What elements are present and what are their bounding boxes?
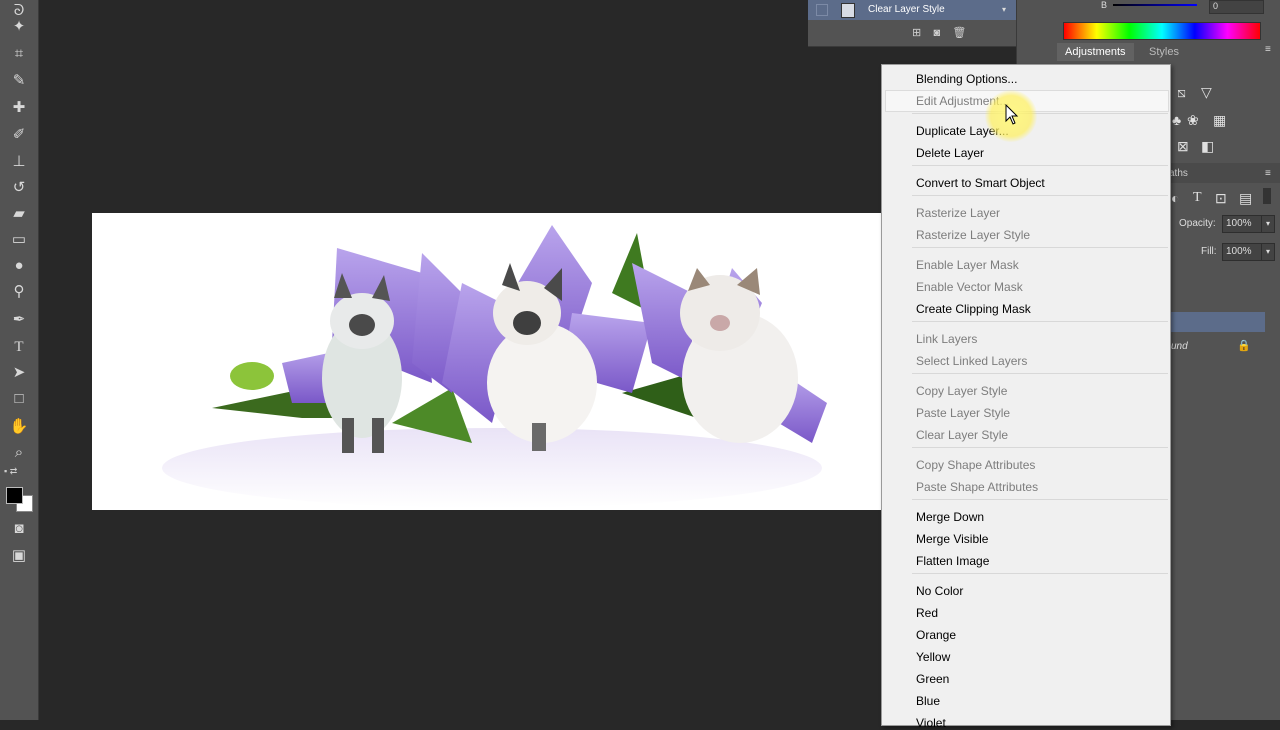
scroll-down-icon[interactable]: ▾ [1002,5,1006,14]
magic-wand-icon[interactable]: ✦ [8,16,30,38]
trash-icon[interactable]: 🗑 [952,27,966,39]
menu-link-layers[interactable]: Link Layers [916,332,977,346]
channel-mixer-icon[interactable]: ❀ [1187,112,1199,128]
history-brush-icon[interactable]: ↺ [8,177,30,199]
menu-separator [912,165,1168,166]
menu-enable-layer-mask[interactable]: Enable Layer Mask [916,258,1019,272]
menu-color-orange[interactable]: Orange [916,628,956,642]
filter-adjustment-icon[interactable]: ◐ [1171,190,1179,206]
opacity-dropdown-icon[interactable]: ▾ [1261,215,1275,233]
fill-label: Fill: [1201,246,1217,257]
menu-rasterize-layer[interactable]: Rasterize Layer [916,206,1000,220]
menu-separator [912,373,1168,374]
menu-color-blue[interactable]: Blue [916,694,940,708]
layers-menu-icon[interactable]: ≡ [1265,168,1271,179]
menu-flatten-image[interactable]: Flatten Image [916,554,989,568]
hand-tool-icon[interactable]: ✋ [8,416,30,438]
lock-icon: 🔒 [1237,340,1251,352]
filter-type-icon[interactable]: T [1193,190,1202,206]
path-selection-icon[interactable]: ➤ [8,362,30,384]
tab-paths[interactable]: aths [1169,168,1188,179]
zoom-tool-icon[interactable]: ⌕ [8,442,30,464]
menu-rasterize-layer-style[interactable]: Rasterize Layer Style [916,228,1030,242]
healing-brush-icon[interactable]: ✚ [8,97,30,119]
layer-row-selected[interactable]: Clear Layer Style ▾ [808,0,1016,20]
color-ramp[interactable] [1063,22,1261,40]
clone-stamp-icon[interactable]: ⊥ [8,151,30,173]
mouse-pointer-icon [1005,104,1019,125]
opacity-label: Opacity: [1179,218,1216,229]
menu-separator [912,447,1168,448]
swap-colors-icon[interactable]: ▪ ⇄ [4,466,34,478]
menu-color-violet[interactable]: Violet [916,716,946,730]
menu-delete-layer[interactable]: Delete Layer [916,146,984,160]
invert-icon[interactable]: ⊠ [1177,138,1189,154]
eraser-tool-icon[interactable]: ▰ [8,203,30,225]
menu-enable-vector-mask[interactable]: Enable Vector Mask [916,280,1023,294]
filter-smart-object-icon[interactable]: ▤ [1239,190,1252,206]
tab-adjustments[interactable]: Adjustments [1057,43,1134,61]
opacity-field[interactable]: 100% [1222,215,1265,233]
foreground-color-swatch[interactable] [6,487,23,504]
menu-separator [912,499,1168,500]
menu-separator [912,573,1168,574]
pen-tool-icon[interactable]: ✒ [8,309,30,331]
menu-select-linked-layers[interactable]: Select Linked Layers [916,354,1027,368]
filter-toggle[interactable] [1263,188,1271,204]
fill-dropdown-icon[interactable]: ▾ [1261,243,1275,261]
document-icon [841,3,855,18]
eyedropper-icon[interactable]: ✎ [8,70,30,92]
levels-icon[interactable]: ♣ [1172,112,1181,128]
menu-convert-smart-object[interactable]: Convert to Smart Object [916,176,1045,190]
quick-mask-icon[interactable]: ◙ [8,518,30,540]
menu-color-green[interactable]: Green [916,672,949,686]
menu-create-clipping-mask[interactable]: Create Clipping Mask [916,302,1031,316]
menu-copy-shape-attributes[interactable]: Copy Shape Attributes [916,458,1035,472]
document-canvas[interactable] [92,213,881,510]
channel-slider[interactable] [1113,4,1197,6]
screen-mode-icon[interactable]: ▣ [8,545,30,567]
layer-context-menu: Blending Options... Edit Adjustment... D… [881,64,1171,730]
camera-icon[interactable]: ◙ [933,27,940,39]
channel-value-field[interactable]: 0 [1209,0,1264,14]
menu-copy-layer-style[interactable]: Copy Layer Style [916,384,1007,398]
menu-color-red[interactable]: Red [916,606,938,620]
visibility-checkbox[interactable] [816,4,828,16]
menu-separator [912,247,1168,248]
exposure-icon[interactable]: ⧅ [1177,84,1186,100]
menu-paste-shape-attributes[interactable]: Paste Shape Attributes [916,480,1038,494]
kittens-flowers-image [162,225,827,508]
panel-menu-icon[interactable]: ≡ [1265,44,1271,55]
layer-actions: ⊞ ◙ 🗑 [912,26,992,40]
gradient-map-icon[interactable]: ▽ [1201,84,1212,100]
menu-separator [912,321,1168,322]
menu-merge-visible[interactable]: Merge Visible [916,532,988,546]
layer-row-highlight[interactable] [1171,312,1265,332]
menu-paste-layer-style[interactable]: Paste Layer Style [916,406,1010,420]
filter-shape-icon[interactable]: ⊡ [1215,190,1227,206]
menu-color-none[interactable]: No Color [916,584,963,598]
menu-blending-options[interactable]: Blending Options... [916,72,1017,86]
crop-tool-icon[interactable]: ⌗ [8,43,30,65]
rectangle-tool-icon[interactable]: □ [8,388,30,410]
menu-merge-down[interactable]: Merge Down [916,510,984,524]
tools-panel: ᘐ ✦ ⌗ ✎ ✚ ✐ ⊥ ↺ ▰ ▭ ● ⚲ ✒ T ➤ □ ✋ ⌕ ▪ ⇄ … [0,0,39,720]
new-layer-icon[interactable]: ⊞ [912,27,921,39]
dodge-tool-icon[interactable]: ⚲ [8,281,30,303]
fill-field[interactable]: 100% [1222,243,1265,261]
tab-styles[interactable]: Styles [1141,43,1187,61]
channel-label: B [1101,0,1108,10]
gradient-tool-icon[interactable]: ▭ [8,229,30,251]
layer-name: Clear Layer Style [868,4,945,15]
type-tool-icon[interactable]: T [8,336,30,358]
background-layer-label[interactable]: und [1171,341,1188,352]
menu-separator [912,195,1168,196]
menu-separator [912,113,1168,114]
blur-tool-icon[interactable]: ● [8,255,30,277]
brush-tool-icon[interactable]: ✐ [8,124,30,146]
color-lookup-icon[interactable]: ▦ [1213,112,1226,128]
menu-color-yellow[interactable]: Yellow [916,650,950,664]
menu-clear-layer-style[interactable]: Clear Layer Style [916,428,1008,442]
threshold-icon[interactable]: ◧ [1201,138,1214,154]
